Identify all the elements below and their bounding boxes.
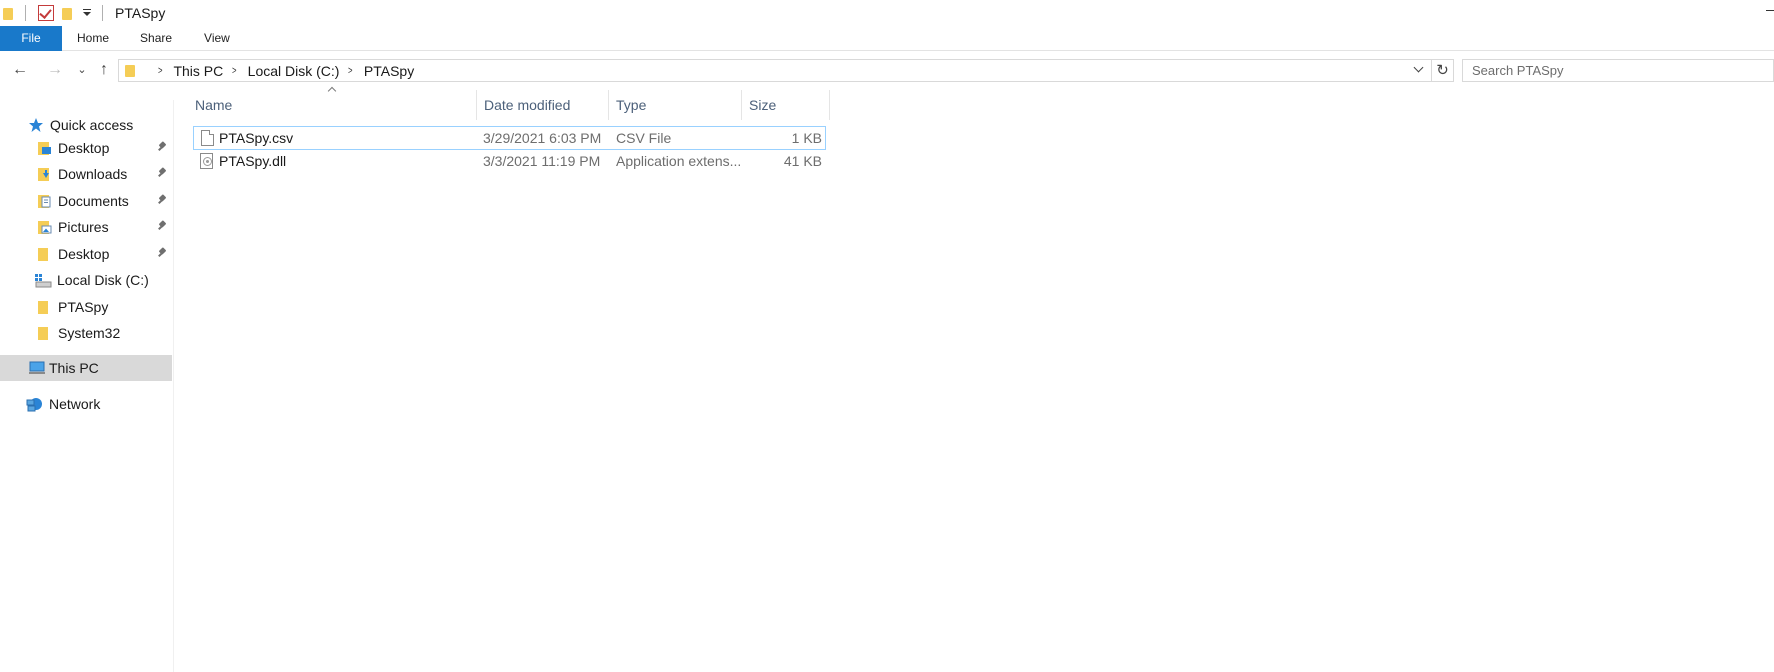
pin-icon[interactable] [157, 168, 167, 180]
new-folder-icon[interactable] [62, 6, 74, 20]
search-input[interactable] [1462, 59, 1774, 82]
column-header-name[interactable]: Name [188, 90, 477, 120]
sidebar-item-downloads[interactable]: Downloads [0, 161, 172, 187]
column-header-date-modified[interactable]: Date modified [477, 90, 609, 120]
sidebar-item-pictures[interactable]: Pictures [0, 214, 172, 240]
star-icon [28, 117, 44, 133]
sidebar-item-system32[interactable]: System32 [0, 320, 172, 346]
file-size: 1 KB [791, 130, 822, 146]
column-header-type[interactable]: Type [609, 90, 742, 120]
file-date-modified: 3/3/2021 11:19 PM [483, 153, 601, 169]
drive-icon [34, 272, 52, 288]
file-type: CSV File [616, 130, 672, 146]
documents-folder-icon [36, 193, 52, 209]
folder-icon [3, 6, 15, 20]
breadcrumb-this-pc[interactable]: This PC [173, 63, 223, 79]
folder-icon [36, 299, 52, 315]
network-icon [26, 396, 44, 412]
forward-arrow-icon[interactable]: → [45, 60, 65, 80]
address-dropdown-icon[interactable] [1413, 63, 1425, 75]
column-header-size[interactable]: Size [742, 90, 830, 120]
folder-icon [36, 325, 52, 341]
dll-file-icon [200, 153, 213, 169]
sidebar-item-documents[interactable]: Documents [0, 188, 172, 214]
address-bar[interactable]: > This PC > Local Disk (C:) > PTASpy [118, 59, 1432, 82]
ribbon-tabs: File Home Share View [0, 26, 1774, 51]
minimize-icon[interactable] [1766, 10, 1774, 11]
sidebar-item-this-pc[interactable]: This PC [0, 355, 172, 381]
breadcrumb-local-disk[interactable]: Local Disk (C:) [248, 63, 340, 79]
file-row[interactable]: PTASpy.dll 3/3/2021 11:19 PM Application… [193, 150, 826, 174]
pin-icon[interactable] [157, 142, 167, 154]
breadcrumb-chevron-icon[interactable]: > [158, 65, 163, 77]
pin-icon[interactable] [157, 248, 167, 260]
folder-icon [125, 64, 137, 77]
csv-file-icon [201, 130, 214, 146]
computer-icon [28, 360, 46, 376]
navigation-pane: Quick access Desktop Downloads Documents… [0, 100, 174, 672]
breadcrumb-chevron-icon[interactable]: > [348, 65, 353, 77]
refresh-icon[interactable]: ↻ [1432, 59, 1454, 82]
tab-file[interactable]: File [0, 26, 62, 51]
customize-toolbar-icon[interactable] [82, 8, 92, 18]
sidebar-item-network[interactable]: Network [0, 391, 172, 417]
window-title: PTASpy [115, 5, 166, 21]
file-size: 41 KB [783, 153, 822, 169]
sidebar-item-local-disk[interactable]: Local Disk (C:) [0, 267, 172, 293]
desktop-folder-icon [36, 140, 52, 156]
back-arrow-icon[interactable]: ← [10, 60, 30, 80]
downloads-folder-icon [36, 166, 52, 182]
sidebar-item-desktop-pinned[interactable]: Desktop [0, 135, 172, 161]
file-type: Application extens... [616, 153, 742, 169]
title-bar: PTASpy [0, 0, 1774, 26]
file-row[interactable]: PTASpy.csv 3/29/2021 6:03 PM CSV File 1 … [193, 126, 826, 150]
quick-access-toolbar [0, 0, 113, 26]
up-arrow-icon[interactable]: ↑ [94, 60, 114, 80]
sidebar-item-ptaspy[interactable]: PTASpy [0, 294, 172, 320]
recent-locations-icon[interactable]: ⌄ [72, 60, 92, 80]
toolbar-separator [102, 5, 103, 21]
properties-icon[interactable] [38, 5, 54, 21]
pin-icon[interactable] [157, 195, 167, 207]
file-name: PTASpy.dll [219, 153, 287, 169]
tab-share[interactable]: Share [123, 26, 187, 51]
tab-home[interactable]: Home [62, 26, 123, 51]
navigation-bar: ← → ⌄ ↑ > This PC > Local Disk (C:) > PT… [0, 56, 1774, 84]
breadcrumb-ptaspy[interactable]: PTASpy [364, 63, 414, 79]
pictures-folder-icon [36, 219, 52, 235]
tab-view[interactable]: View [187, 26, 247, 51]
file-name: PTASpy.csv [219, 130, 294, 146]
pin-icon[interactable] [157, 221, 167, 233]
sidebar-item-desktop[interactable]: Desktop [0, 241, 172, 267]
file-date-modified: 3/29/2021 6:03 PM [483, 130, 602, 146]
toolbar-separator [25, 5, 26, 21]
folder-icon [36, 246, 52, 262]
breadcrumb-chevron-icon[interactable]: > [232, 65, 237, 77]
